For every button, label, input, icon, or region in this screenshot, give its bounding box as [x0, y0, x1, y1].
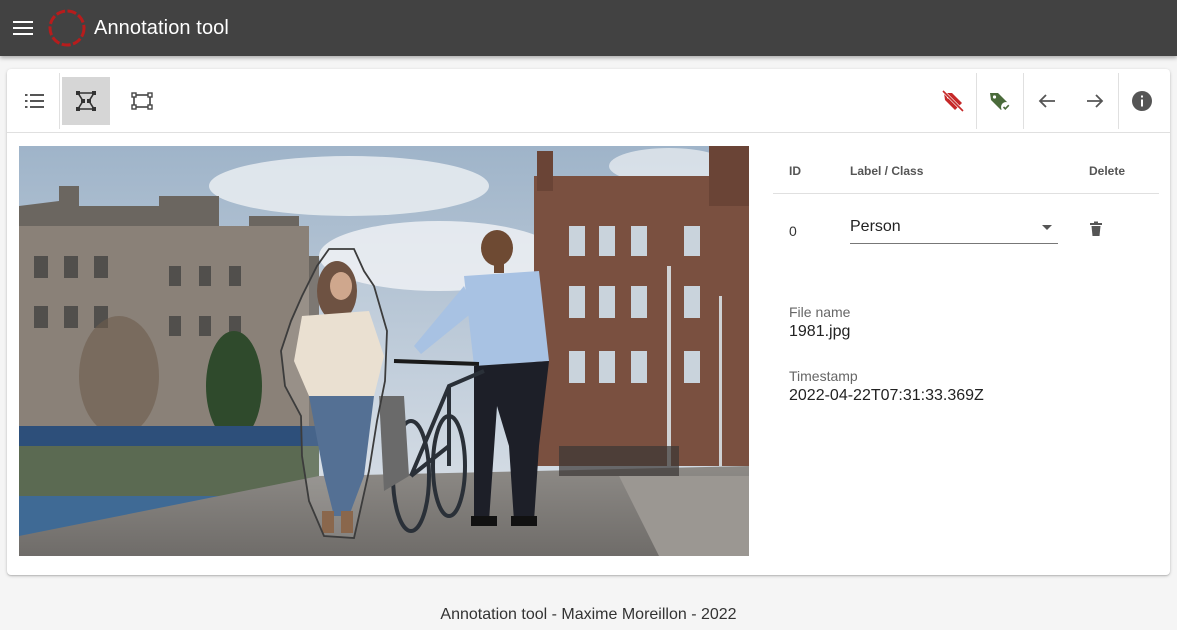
timestamp-section: Timestamp 2022-04-22T07:31:33.369Z — [789, 368, 984, 405]
polygon-tool-button[interactable] — [62, 77, 110, 125]
delete-annotation-button[interactable] — [1089, 221, 1105, 237]
label-column-header: Label / Class — [850, 164, 924, 178]
polygon-tool-icon — [76, 91, 96, 111]
remove-label-button[interactable] — [929, 77, 977, 125]
remove-label-icon — [941, 89, 965, 113]
chevron-down-icon — [1042, 225, 1052, 230]
file-name-section: File name 1981.jpg — [789, 304, 850, 341]
rectangle-tool-button[interactable] — [118, 77, 166, 125]
next-image-button[interactable] — [1071, 77, 1119, 125]
file-name-value: 1981.jpg — [789, 323, 851, 340]
toolbar-divider — [59, 73, 60, 129]
info-button[interactable] — [1118, 77, 1166, 125]
app-bar: Annotation tool — [0, 0, 1177, 56]
arrow-right-icon — [1087, 94, 1104, 108]
list-view-button[interactable] — [11, 77, 59, 125]
hamburger-menu-icon — [13, 21, 33, 35]
id-column-header: ID — [789, 164, 801, 178]
list-icon — [25, 94, 44, 108]
info-icon — [1132, 91, 1152, 111]
app-title: Annotation tool — [94, 16, 229, 39]
timestamp-label: Timestamp — [789, 368, 858, 384]
footer: Annotation tool - Maxime Moreillon - 202… — [440, 606, 737, 623]
trash-icon — [1090, 221, 1102, 236]
rectangle-tool-icon — [131, 92, 153, 110]
timestamp-value: 2022-04-22T07:31:33.369Z — [789, 387, 984, 404]
annotation-id: 0 — [789, 223, 797, 239]
file-name-label: File name — [789, 304, 851, 320]
app-logo — [46, 7, 88, 49]
toolbar — [7, 69, 1170, 133]
annotated-image[interactable] — [19, 146, 749, 556]
previous-image-button[interactable] — [1023, 77, 1071, 125]
menu-button[interactable] — [0, 0, 46, 56]
add-label-button[interactable] — [976, 77, 1024, 125]
arrow-left-icon — [1038, 94, 1055, 108]
label-class-value: Person — [850, 218, 901, 235]
label-class-select[interactable]: Person — [850, 212, 1058, 244]
delete-column-header: Delete — [1089, 164, 1126, 178]
table-header: ID Label / Class Delete — [773, 149, 1159, 194]
annotation-card: ID Label / Class Delete 0 Person File na… — [7, 69, 1170, 575]
annotation-table: ID Label / Class Delete 0 Person — [773, 149, 1159, 264]
table-row: 0 Person — [773, 194, 1159, 264]
add-label-icon — [990, 93, 1011, 112]
